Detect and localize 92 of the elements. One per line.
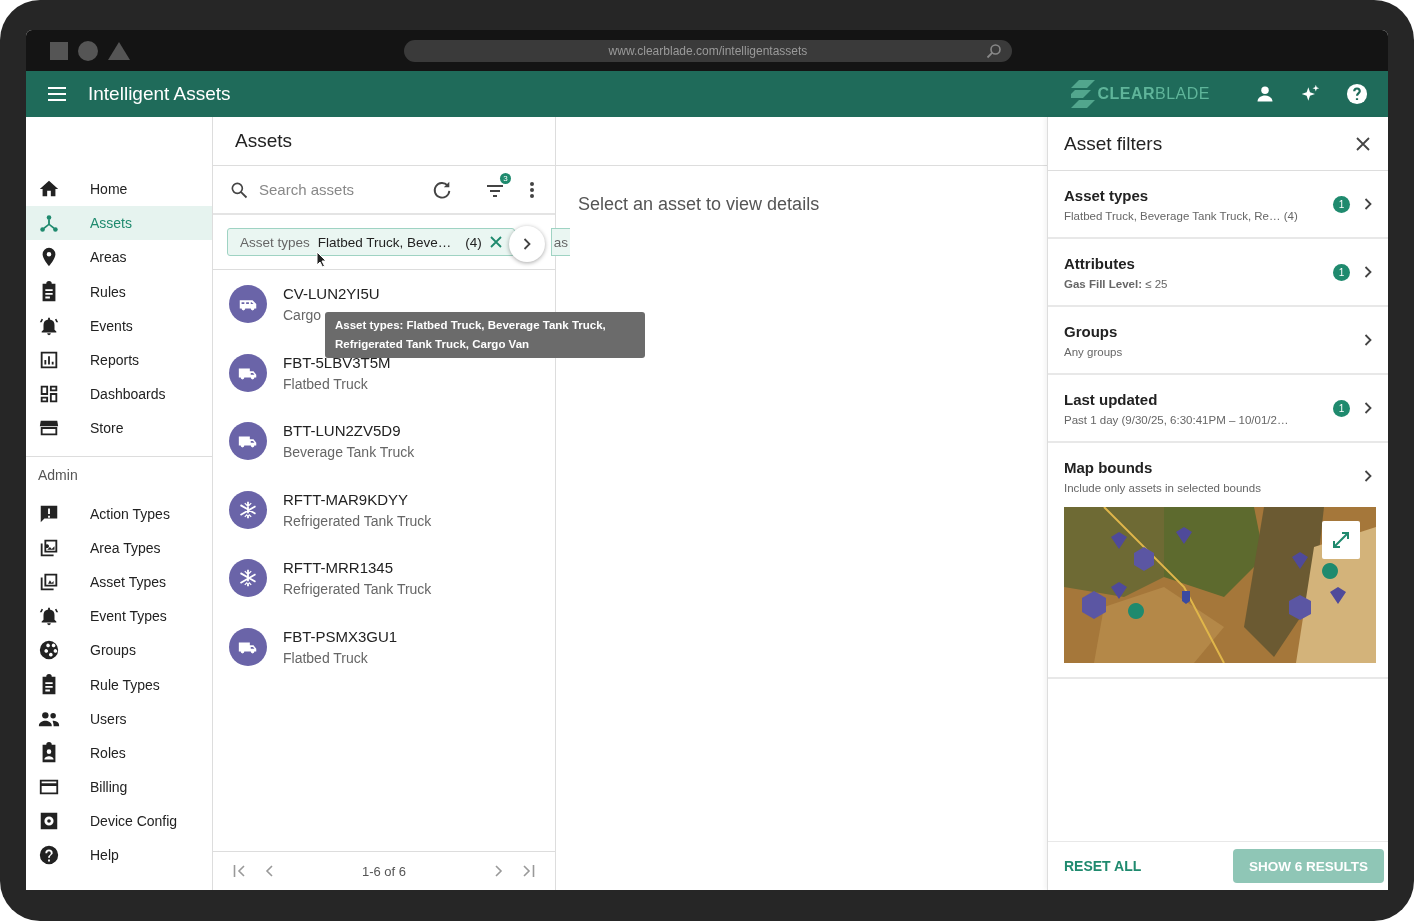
filter-summary: Flatbed Truck, Beverage Tank Truck, Re… (4) <box>1064 209 1299 222</box>
nav-item[interactable]: Help <box>26 838 212 873</box>
more-icon[interactable] <box>529 180 535 199</box>
count-badge: 3 <box>500 172 511 184</box>
reset-all-button[interactable]: RESET ALL <box>1064 858 1142 874</box>
address-bar[interactable]: www.clearblade.com/intelligentassets <box>404 39 1012 62</box>
asset-name: RFTT-MRR1345 <box>283 559 395 577</box>
nav-item[interactable]: Reports <box>26 342 212 378</box>
panel-title: Asset filters <box>1064 132 1163 155</box>
asset-type: Flatbed Truck <box>283 649 369 666</box>
count-badge: 1 <box>1333 263 1350 281</box>
help-icon <box>38 844 60 867</box>
nav-item[interactable]: Dashboards <box>26 377 212 412</box>
circle-icon <box>78 40 98 61</box>
first-page-icon[interactable] <box>233 865 247 877</box>
nav-item[interactable]: Users <box>26 701 212 736</box>
tooltip: Asset types: Flatbed Truck, Beverage Tank Truck, Refrigerated Tank Truck, Cargo Van <box>325 312 645 358</box>
filter-chip[interactable]: as <box>550 228 571 256</box>
chip-label: Asset types <box>240 234 310 250</box>
asset-name: FBT-PSMX3GU1 <box>283 627 398 645</box>
filter-title: Asset types <box>1064 186 1150 204</box>
triangle-icon <box>108 41 130 60</box>
last-page-icon[interactable] <box>521 865 535 877</box>
previous-page-icon[interactable] <box>265 865 273 877</box>
nav-item[interactable]: Action Types <box>26 496 212 531</box>
app-title: Intelligent Assets <box>88 83 231 105</box>
chevron-right-icon <box>1364 198 1372 210</box>
nav-item[interactable]: Event Types <box>26 599 212 634</box>
filter-title: Map bounds <box>1064 458 1154 476</box>
nav-item[interactable]: Events <box>26 308 212 343</box>
count-badge: 1 <box>1333 195 1350 213</box>
nav-item[interactable]: Groups <box>26 633 212 668</box>
empty-message: Select an asset to view details <box>577 193 821 216</box>
network-icon <box>38 212 60 235</box>
nav-item[interactable]: Device Config <box>26 804 212 839</box>
chevron-right-icon <box>523 238 531 250</box>
panel-title: Assets <box>235 130 293 152</box>
filter-summary: Include only assets in selected bounds <box>1064 481 1262 494</box>
expand-icon <box>1331 530 1351 550</box>
filter-title: Groups <box>1064 322 1119 340</box>
bell-icon <box>38 605 60 628</box>
nav-item[interactable]: Store <box>26 411 212 446</box>
filter-section[interactable]: Groups Any groups <box>1048 307 1388 375</box>
count-badge: 1 <box>1333 399 1350 417</box>
close-icon[interactable] <box>1356 136 1370 151</box>
nav-item[interactable]: Area Types <box>26 530 212 565</box>
nav-item[interactable]: Rule Types <box>26 667 212 702</box>
logo-text: CLEARBLADE <box>1097 85 1210 103</box>
asset-type: Cargo <box>283 307 323 324</box>
filter-section[interactable]: Asset types Flatbed Truck, Beverage Tank Truck, Re… (4) 1 <box>1048 171 1388 239</box>
nav-item[interactable]: Asset Types <box>26 564 212 600</box>
asset-name: CV-LUN2YI5U <box>283 285 380 303</box>
chevron-right-icon <box>1364 334 1372 346</box>
filter-section[interactable]: Attributes Gas Fill Level: ≤ 25 1 <box>1048 239 1388 307</box>
chevron-right-icon <box>1364 402 1372 414</box>
search-icon <box>986 42 1002 59</box>
cursor-icon <box>316 251 327 268</box>
chevron-right-icon <box>1364 266 1372 278</box>
asset-type: Refrigerated Tank Truck <box>283 512 432 529</box>
expand-button[interactable] <box>1322 521 1360 559</box>
asset-type: Refrigerated Tank Truck <box>283 581 432 598</box>
nav-item[interactable]: Assets <box>26 206 212 241</box>
nav-item[interactable]: Areas <box>26 240 212 275</box>
filter-title: Last updated <box>1064 390 1159 408</box>
person-icon[interactable] <box>1256 85 1274 103</box>
next-page-icon[interactable] <box>495 865 503 877</box>
page-range: 1-6 of 6 <box>360 863 408 879</box>
logo-mark-icon <box>1071 80 1096 108</box>
asset-name: BTT-LUN2ZV5D9 <box>283 422 402 440</box>
filter-section[interactable]: Map bounds Include only assets in selected bounds <box>1048 443 1388 679</box>
filter-summary: Past 1 day (9/30/25, 6:30:41PM – 10/01/2… <box>1064 413 1290 426</box>
asset-name: RFTT-MAR9KDYY <box>283 490 409 508</box>
circles-icon <box>38 639 60 662</box>
nav-item[interactable]: Roles <box>26 735 212 770</box>
filter-section[interactable]: Last updated Past 1 day (9/30/25, 6:30:41PM – 10/01/2… 1 <box>1048 375 1388 443</box>
nav-item[interactable]: Billing <box>26 770 212 805</box>
nav-item[interactable]: Home <box>26 172 212 207</box>
filter-title: Attributes <box>1064 254 1136 272</box>
help-icon[interactable] <box>1346 83 1368 105</box>
filter-summary: Any groups <box>1064 345 1124 358</box>
asset-type: Flatbed Truck <box>283 375 369 392</box>
nav-item[interactable]: Rules <box>26 274 212 309</box>
chip-value: Flatbed Truck, Beve… <box>317 234 452 250</box>
asset-type: Beverage Tank Truck <box>283 444 415 461</box>
chevron-right-icon <box>1364 470 1372 482</box>
url-text: www.clearblade.com/intelligentassets <box>608 43 808 58</box>
filter-summary: Gas Fill Level: ≤ 25 <box>1064 277 1169 290</box>
square-icon <box>50 41 68 60</box>
chip-count: (4) <box>465 234 482 250</box>
filter-chip[interactable]: Asset types Flatbed Truck, Beve… (4) <box>227 228 515 256</box>
section-heading: Admin <box>37 465 79 485</box>
menu-icon[interactable] <box>48 87 66 101</box>
